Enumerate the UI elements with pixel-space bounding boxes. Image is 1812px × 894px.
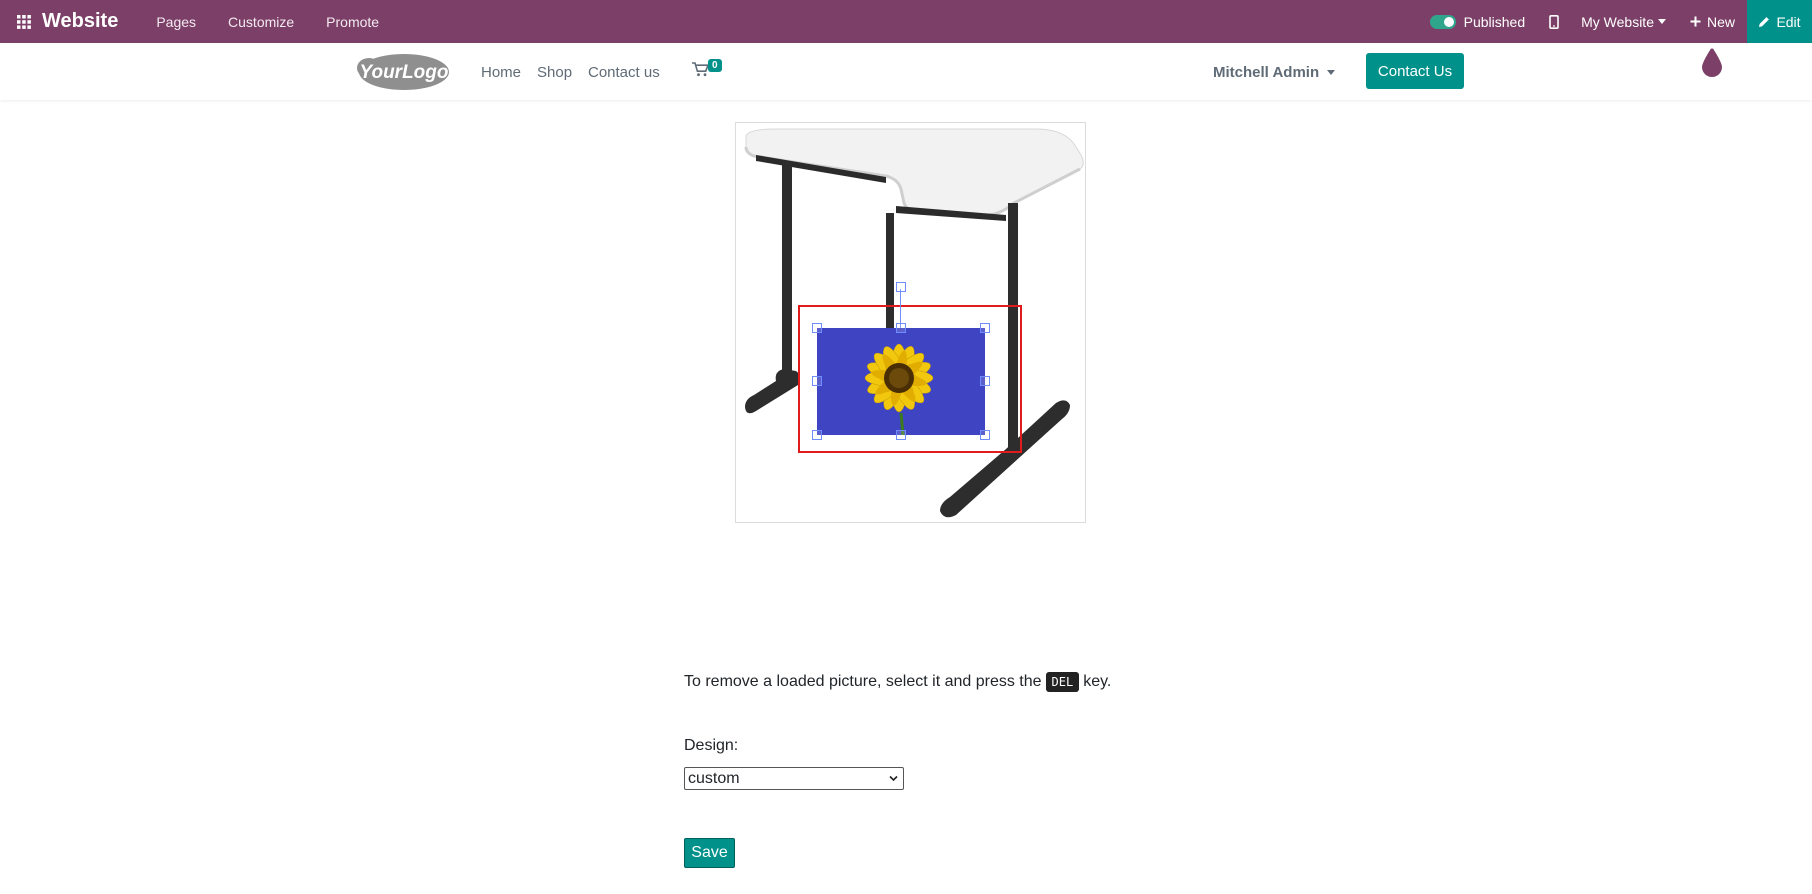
resize-handle-w[interactable]: [812, 376, 822, 386]
resize-handle-ne[interactable]: [980, 323, 990, 333]
sunflower-image[interactable]: [817, 328, 985, 435]
my-website-label: My Website: [1581, 13, 1654, 30]
resize-handle-se[interactable]: [980, 430, 990, 440]
edit-button-label: Edit: [1776, 13, 1801, 30]
menu-customize[interactable]: Customize: [228, 14, 294, 30]
my-website-dropdown[interactable]: My Website: [1581, 14, 1666, 30]
design-select[interactable]: custom: [684, 767, 904, 790]
chevron-down-icon: [1657, 19, 1666, 24]
user-name: Mitchell Admin: [1213, 64, 1320, 81]
plus-icon: [1690, 16, 1701, 27]
resize-handle-n[interactable]: [896, 323, 906, 333]
remove-picture-help: To remove a loaded picture, select it an…: [684, 672, 1111, 692]
logo-text: YourLogo: [360, 62, 449, 83]
resize-handle-sw[interactable]: [812, 430, 822, 440]
nav-contact-us[interactable]: Contact us: [588, 64, 660, 81]
company-logo[interactable]: YourLogo: [354, 51, 450, 91]
design-select-value: custom: [688, 769, 740, 787]
help-text-before: To remove a loaded picture, select it an…: [684, 673, 1042, 690]
site-header: YourLogo Home Shop Contact us 0 Mitchell…: [0, 43, 1812, 100]
menu-pages[interactable]: Pages: [156, 14, 196, 30]
nav-home[interactable]: Home: [481, 64, 521, 81]
nav-shop[interactable]: Shop: [537, 64, 572, 81]
shopping-cart-icon[interactable]: [692, 62, 709, 77]
resize-handle-s[interactable]: [896, 430, 906, 440]
app-brand[interactable]: Website: [42, 10, 118, 33]
new-button-label: New: [1706, 13, 1735, 30]
cart-count-badge: 0: [708, 59, 722, 72]
topbar-right: Published My Website New Edit: [1429, 0, 1812, 43]
del-key: DEL: [1045, 672, 1080, 692]
chevron-down-icon: [1327, 70, 1336, 75]
apps-grid-icon[interactable]: [0, 0, 48, 43]
pencil-icon: [1759, 16, 1770, 27]
menu-promote[interactable]: Promote: [326, 14, 379, 30]
chevron-down-icon: [889, 775, 898, 782]
admin-topbar: Website Pages Customize Promote Publishe…: [0, 0, 1812, 43]
edit-button[interactable]: Edit: [1747, 0, 1812, 43]
resize-handle-e[interactable]: [980, 376, 990, 386]
theme-drop-icon[interactable]: [1700, 44, 1724, 78]
help-text-after: key.: [1083, 673, 1112, 690]
contact-us-button[interactable]: Contact Us: [1366, 53, 1464, 89]
published-toggle[interactable]: [1429, 14, 1456, 29]
rotate-handle[interactable]: [896, 282, 906, 292]
mobile-preview-icon[interactable]: [1549, 14, 1559, 29]
published-label[interactable]: Published: [1464, 14, 1526, 30]
new-button[interactable]: New: [1690, 14, 1735, 30]
resize-handle-nw[interactable]: [812, 323, 822, 333]
save-button[interactable]: Save: [684, 838, 735, 868]
user-menu[interactable]: Mitchell Admin: [1213, 64, 1336, 81]
design-label: Design:: [684, 737, 739, 754]
